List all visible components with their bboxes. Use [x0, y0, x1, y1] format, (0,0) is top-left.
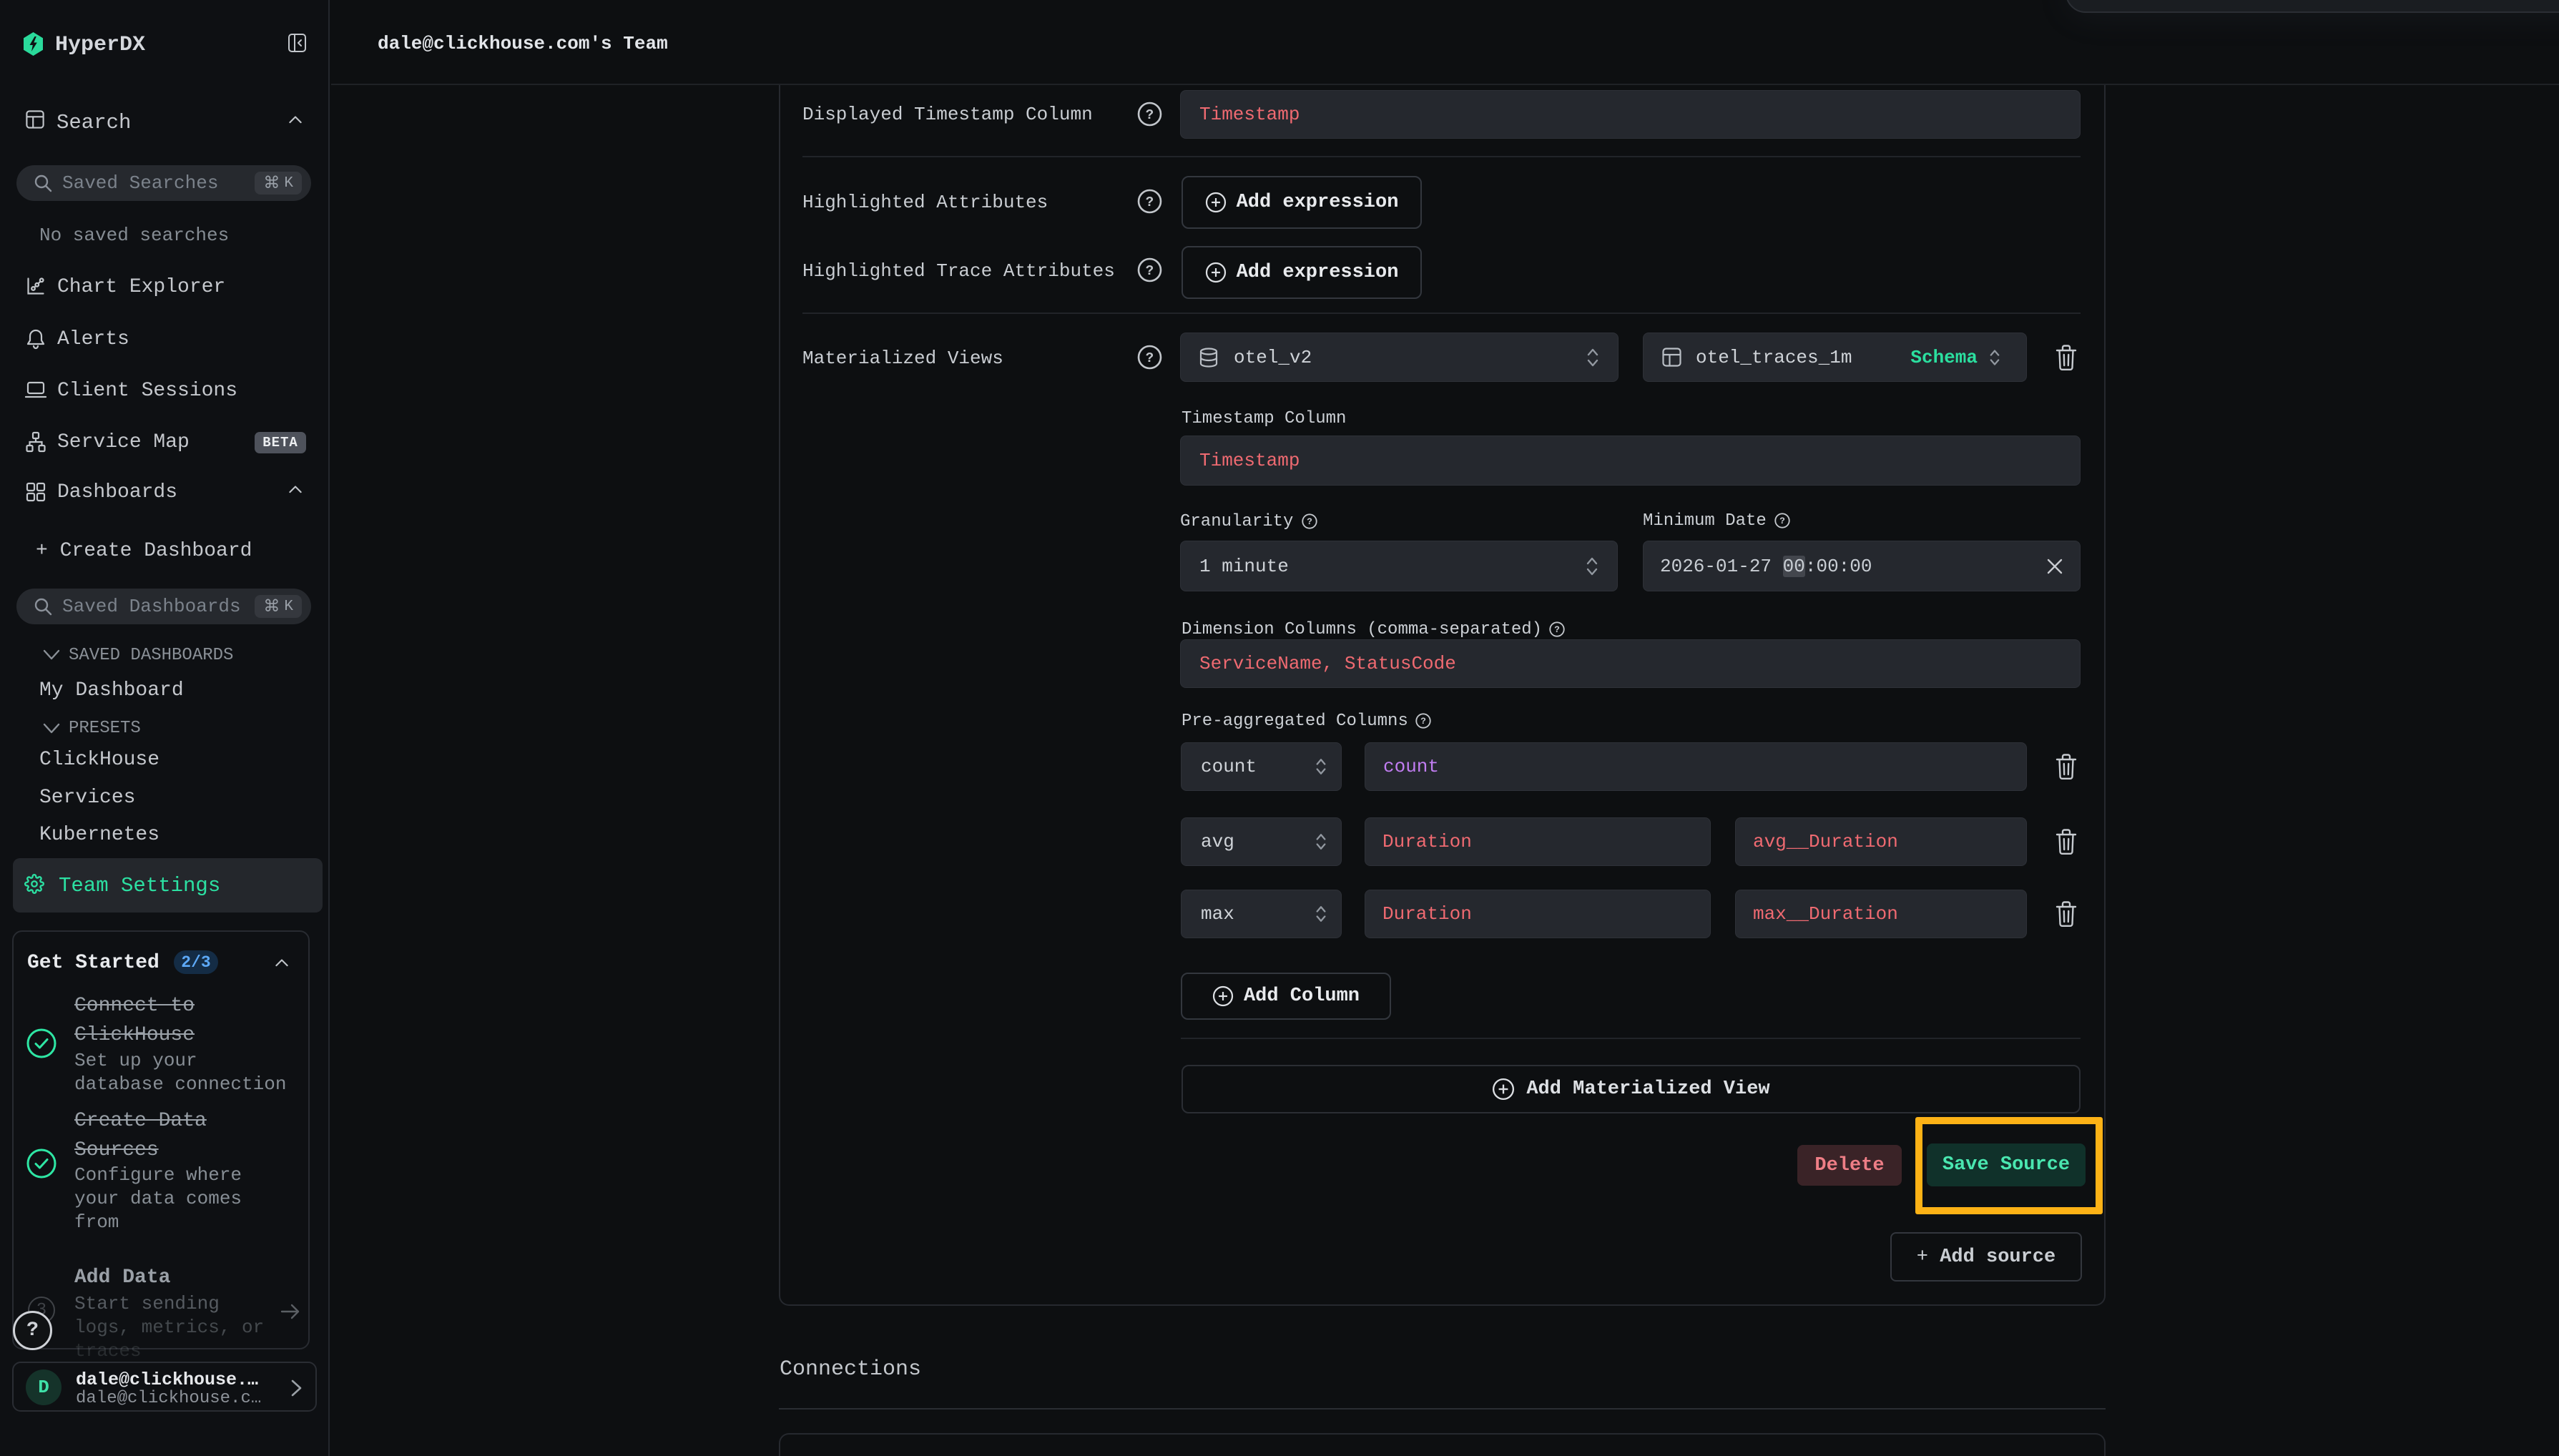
svg-text:?: ?	[1146, 350, 1154, 366]
svg-text:?: ?	[1554, 624, 1560, 635]
svg-text:?: ?	[1146, 195, 1154, 210]
svg-text:?: ?	[1779, 516, 1785, 526]
svg-text:?: ?	[1146, 263, 1154, 279]
svg-text:?: ?	[1420, 716, 1426, 727]
svg-text:?: ?	[1307, 516, 1312, 527]
svg-text:?: ?	[1146, 107, 1154, 123]
